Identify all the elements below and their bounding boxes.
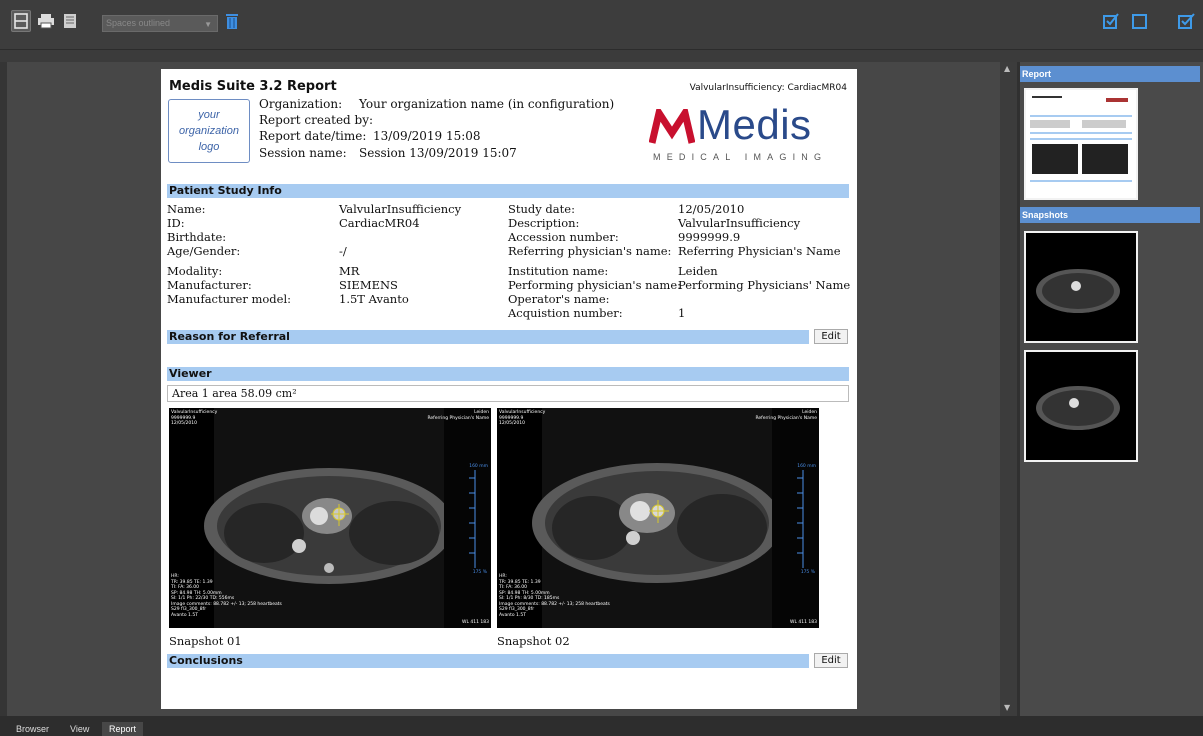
medis-m-icon (649, 109, 695, 144)
layout-select-value: Spaces outlined (106, 18, 171, 28)
patient-field-label: Acquistion number: (508, 306, 623, 320)
overlay-bottom-left: HR: TR: 39.85 TE: 1.39 TI: FA: 36.00 SP:… (499, 574, 610, 618)
patient-field-value: Performing Physicians' Name (678, 278, 851, 292)
chevron-down-icon: ▼ (204, 20, 212, 29)
patient-field-value: Referring Physician's Name (678, 244, 841, 258)
section-patient-study-info: Patient Study Info (167, 184, 849, 198)
edit-check-icon[interactable] (1177, 10, 1197, 32)
study-id: ValvularInsufficiency: CardiacMR04 (689, 83, 847, 93)
patient-field-label: Institution name: (508, 264, 609, 278)
session-label: Session name: (259, 146, 347, 160)
overlay-bottom-left: HR: TR: 39.85 TE: 1.39 TI: FA: 36.00 SP:… (171, 574, 282, 618)
patient-field-label: ID: (167, 216, 185, 230)
section-viewer: Viewer (167, 367, 849, 381)
scroll-up-icon[interactable]: ▲ (1004, 64, 1010, 73)
patient-field-value: CardiacMR04 (339, 216, 420, 230)
patient-field-label: Accession number: (508, 230, 619, 244)
single-page-icon[interactable] (11, 10, 31, 32)
patient-field-value: ValvularInsufficiency (678, 216, 801, 230)
logo-line: your (198, 109, 220, 121)
overlay-top-left: ValvularInsufficiency 9999999.9 12/05/20… (499, 410, 546, 426)
section-conclusions: Conclusions (167, 654, 809, 668)
medis-tagline: MEDICAL IMAGING (653, 152, 828, 162)
report-scrollbar[interactable]: ▲ ▼ (1000, 62, 1017, 716)
snapshot-thumbnail-01[interactable] (1024, 231, 1138, 343)
patient-field-label: Age/Gender: (167, 244, 241, 258)
organization-label: Organization: (259, 97, 343, 111)
logo-line: logo (198, 141, 220, 153)
edit-referral-button[interactable]: Edit (814, 329, 848, 344)
snapshot-02-label: Snapshot 02 (497, 634, 570, 648)
tab-report[interactable]: Report (102, 722, 144, 736)
patient-field-label: Manufacturer model: (167, 292, 292, 306)
patient-field-label: Referring physician's name: (508, 244, 672, 258)
snapshot-thumbnail-02[interactable] (1024, 350, 1138, 462)
patient-field-value: 12/05/2010 (678, 202, 745, 216)
bottom-tab-bar (0, 716, 1203, 736)
zoom-label: 175 % (800, 570, 815, 575)
zoom-label: 175 % (472, 570, 487, 575)
report-thumbnail[interactable] (1024, 88, 1138, 200)
report-panel-header: Report (1020, 66, 1200, 82)
square-icon[interactable] (1130, 10, 1150, 32)
toolbar: Spaces outlined ▼ (0, 0, 1203, 50)
medis-wordmark: Medis (697, 101, 812, 148)
report-date-label: Report date/time: (259, 129, 367, 143)
overlay-top-right: Leiden Referring Physician's Name (427, 410, 489, 421)
organization-value: Your organization name (in configuration… (359, 97, 615, 111)
patient-field-label: Manufacturer: (167, 278, 252, 292)
left-edge (0, 62, 7, 716)
logo-line: organization (179, 125, 239, 137)
section-reason-for-referral: Reason for Referral (167, 330, 809, 344)
area-measurement: Area 1 area 58.09 cm² (167, 385, 849, 402)
organization-logo-placeholder: your organization logo (168, 99, 250, 163)
scroll-down-icon[interactable]: ▼ (1004, 703, 1010, 712)
mri-snapshot-01: ValvularInsufficiency 9999999.9 12/05/20… (169, 408, 491, 628)
print-icon[interactable] (36, 10, 56, 32)
overlay-top-left: ValvularInsufficiency 9999999.9 12/05/20… (171, 410, 218, 426)
tab-browser[interactable]: Browser (9, 722, 56, 736)
patient-field-value: -/ (339, 244, 347, 258)
session-value: Session 13/09/2019 15:07 (359, 146, 517, 160)
overlay-bottom-right: WL 411 183 (462, 620, 489, 625)
patient-field-label: Birthdate: (167, 230, 227, 244)
patient-field-value: 9999999.9 (678, 230, 741, 244)
report-title: Medis Suite 3.2 Report (169, 79, 337, 94)
patient-field-value: Leiden (678, 264, 718, 278)
patient-field-value: 1.5T Avanto (339, 292, 409, 306)
mri-snapshot-02: ValvularInsufficiency 9999999.9 12/05/20… (497, 408, 819, 628)
patient-field-label: Name: (167, 202, 206, 216)
snapshots-panel-header: Snapshots (1020, 207, 1200, 223)
patient-field-value: ValvularInsufficiency (339, 202, 462, 216)
report-date-value: 13/09/2019 15:08 (373, 129, 481, 143)
patient-field-label: Operator's name: (508, 292, 610, 306)
scale-label: 160 mm (797, 464, 816, 469)
patient-field-label: Description: (508, 216, 580, 230)
document-icon[interactable] (60, 10, 80, 32)
overlay-bottom-right: WL 411 183 (790, 620, 817, 625)
patient-field-value: SIEMENS (339, 278, 398, 292)
patient-field-value: MR (339, 264, 360, 278)
report-page: Medis Suite 3.2 Report ValvularInsuffici… (161, 69, 857, 709)
patient-field-label: Performing physician's name: (508, 278, 681, 292)
patient-field-label: Modality: (167, 264, 223, 278)
app-window: Spaces outlined ▼ Medis Suite 3.2 Report… (0, 0, 1203, 736)
check-box-icon[interactable] (1101, 10, 1121, 32)
overlay-top-right: Leiden Referring Physician's Name (755, 410, 817, 421)
tab-view[interactable]: View (63, 722, 96, 736)
edit-conclusions-button[interactable]: Edit (814, 653, 848, 668)
trash-icon[interactable] (222, 10, 242, 32)
created-by-label: Report created by: (259, 113, 374, 127)
patient-field-value: 1 (678, 306, 686, 320)
layout-select[interactable]: Spaces outlined ▼ (102, 15, 218, 32)
patient-field-label: Study date: (508, 202, 575, 216)
scale-label: 160 mm (469, 464, 488, 469)
snapshot-01-label: Snapshot 01 (169, 634, 242, 648)
